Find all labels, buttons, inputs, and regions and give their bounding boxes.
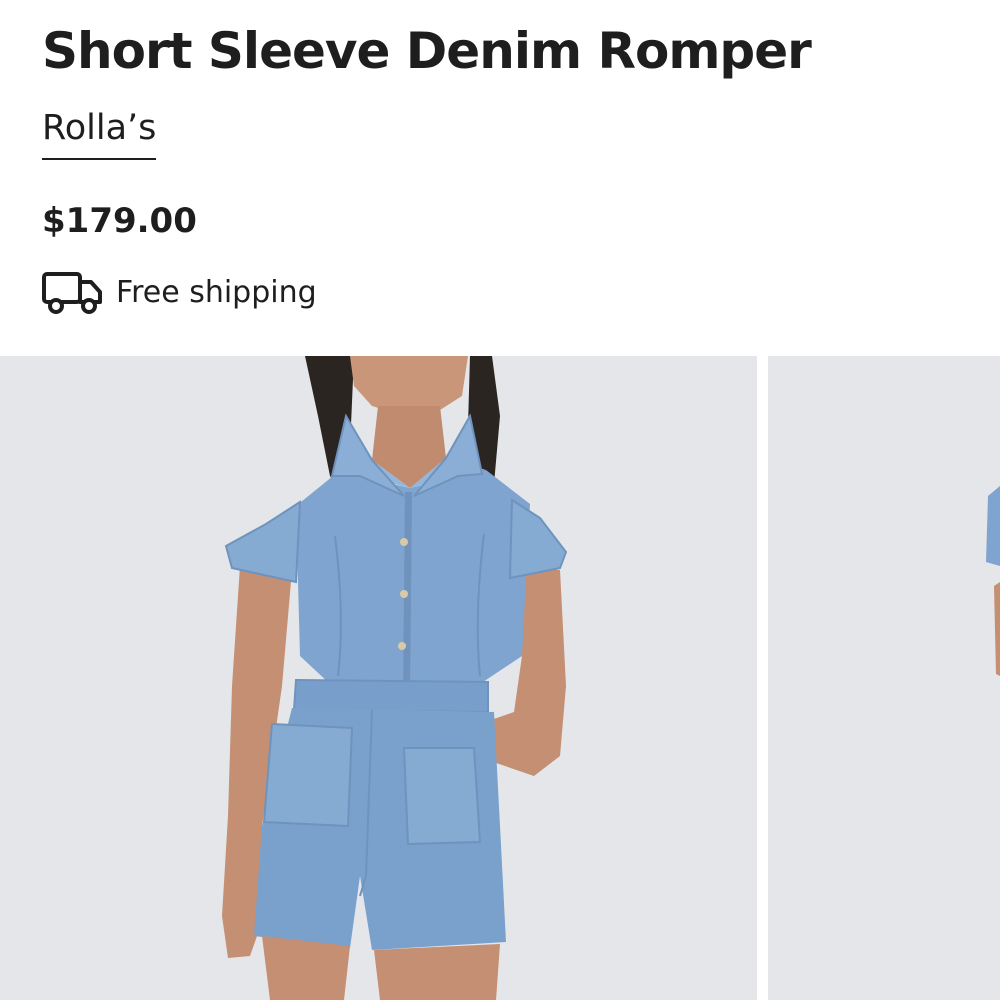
shipping-info: Free shipping xyxy=(42,270,317,316)
model-alt-photo[interactable] xyxy=(768,356,1000,1000)
product-page: Short Sleeve Denim Romper Rolla’s $179.0… xyxy=(0,0,1000,1000)
product-title: Short Sleeve Denim Romper xyxy=(42,22,812,80)
brand-link[interactable]: Rolla’s xyxy=(42,104,157,160)
product-price: $179.00 xyxy=(42,201,197,241)
model-front-photo[interactable] xyxy=(0,356,757,1000)
image-gallery[interactable] xyxy=(0,356,1000,1000)
truck-icon xyxy=(42,270,104,316)
shipping-label: Free shipping xyxy=(116,275,317,310)
